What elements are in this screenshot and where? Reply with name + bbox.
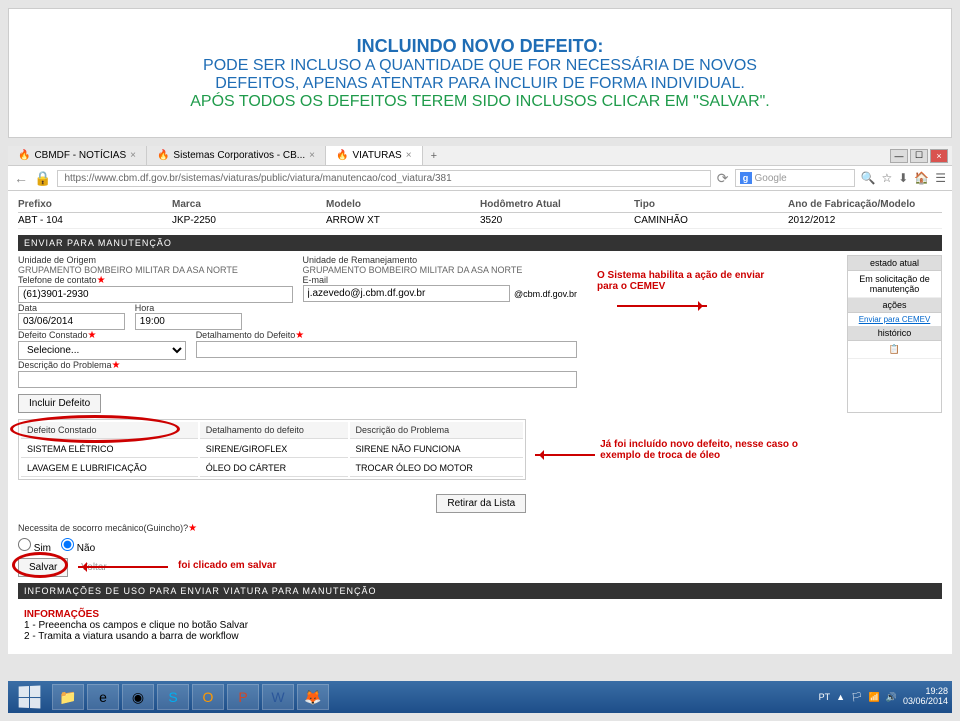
window-controls: — ☐ × <box>890 149 952 163</box>
chrome-icon[interactable]: ◉ <box>122 684 154 710</box>
info-box: INFORMAÇÕES 1 - Preeencha os campos e cl… <box>18 603 942 648</box>
data-input[interactable] <box>18 313 125 330</box>
volume-icon[interactable]: 🔊 <box>886 692 897 703</box>
slide-header: INCLUINDO NOVO DEFEITO: PODE SER INCLUSO… <box>8 8 952 138</box>
taskbar: 📁 e ◉ S O P W 🦊 PT ▲ 🏳 📶 🔊 19:28 03/06/2… <box>8 681 952 713</box>
start-button[interactable] <box>12 683 46 711</box>
browser-tabs: 🔥CBMDF - NOTÍCIAS× 🔥Sistemas Corporativo… <box>8 146 952 166</box>
flag-icon[interactable]: 🏳 <box>851 692 862 703</box>
enviar-cemev-link[interactable]: Enviar para CEMEV <box>848 313 941 326</box>
new-tab-button[interactable]: + <box>423 148 445 164</box>
reload-button[interactable]: ⟳ <box>717 170 729 187</box>
browser-window: 🔥CBMDF - NOTÍCIAS× 🔥Sistemas Corporativo… <box>8 146 952 654</box>
powerpoint-icon[interactable]: P <box>227 684 259 710</box>
side-panel: estado atual Em solicitação de manutençã… <box>847 255 942 413</box>
slide-line4: APÓS TODOS OS DEFEITOS TEREM SIDO INCLUS… <box>190 93 770 111</box>
radio-nao[interactable]: Não <box>61 538 95 554</box>
annotation-salvar: foi clicado em salvar <box>178 560 276 571</box>
tray-up-icon[interactable]: ▲ <box>836 692 845 702</box>
annotation-novo-defeito: Já foi incluído novo defeito, nesse caso… <box>600 439 798 461</box>
firefox-icon[interactable]: 🦊 <box>297 684 329 710</box>
network-icon[interactable]: 📶 <box>869 692 880 703</box>
table-row[interactable]: SISTEMA ELÉTRICO SIRENE/GIROFLEX SIRENE … <box>21 441 523 458</box>
vehicle-header-row: Prefixo Marca Modelo Hodômetro Atual Tip… <box>18 197 942 213</box>
skype-icon[interactable]: S <box>157 684 189 710</box>
home-icon[interactable]: 🏠 <box>914 171 929 185</box>
language-indicator[interactable]: PT <box>819 692 831 702</box>
url-bar: ← 🔒 ⟳ gGoogle 🔍 ☆ ⬇ 🏠 ☰ <box>8 166 952 191</box>
incluir-defeito-button[interactable]: Incluir Defeito <box>18 394 101 413</box>
lock-icon: 🔒 <box>34 170 51 187</box>
historico-icon[interactable]: 📋 <box>848 341 941 359</box>
tab-viaturas[interactable]: 🔥VIATURAS× <box>326 146 423 165</box>
word-icon[interactable]: W <box>262 684 294 710</box>
explorer-icon[interactable]: 📁 <box>52 684 84 710</box>
table-row[interactable]: LAVAGEM E LUBRIFICAÇÃO ÓLEO DO CÁRTER TR… <box>21 460 523 477</box>
section-enviar: ENVIAR PARA MANUTENÇÃO <box>18 235 942 251</box>
defect-table: Defeito Constado Detalhamento do defeito… <box>18 419 526 480</box>
close-icon[interactable]: × <box>406 150 412 161</box>
search-box[interactable]: gGoogle <box>735 169 855 187</box>
annotation-enviar: O Sistema habilita a ação de enviar para… <box>597 270 764 292</box>
windows-logo-icon <box>19 685 41 708</box>
maximize-button[interactable]: ☐ <box>910 149 928 163</box>
close-window-button[interactable]: × <box>930 149 948 163</box>
salvar-button[interactable]: Salvar <box>18 558 68 577</box>
menu-icon[interactable]: ☰ <box>935 171 946 185</box>
tab-noticias[interactable]: 🔥CBMDF - NOTÍCIAS× <box>8 146 147 165</box>
back-button[interactable]: ← <box>14 170 28 186</box>
radio-sim[interactable]: Sim <box>18 538 51 554</box>
outlook-icon[interactable]: O <box>192 684 224 710</box>
google-icon: g <box>740 172 752 184</box>
email-input[interactable] <box>303 285 511 302</box>
slide-line2: PODE SER INCLUSO A QUANTIDADE QUE FOR NE… <box>203 57 757 75</box>
download-icon[interactable]: ⬇ <box>898 171 908 185</box>
search-icon[interactable]: 🔍 <box>861 171 876 185</box>
required-star: ★ <box>97 275 106 286</box>
tab-sistemas[interactable]: 🔥Sistemas Corporativos - CB...× <box>147 146 326 165</box>
ie-icon[interactable]: e <box>87 684 119 710</box>
detalhamento-input[interactable] <box>196 341 577 358</box>
retirar-lista-button[interactable]: Retirar da Lista <box>436 494 526 513</box>
defeito-select[interactable]: Selecione... <box>18 341 186 360</box>
telefone-input[interactable] <box>18 286 293 303</box>
close-icon[interactable]: × <box>309 150 315 161</box>
minimize-button[interactable]: — <box>890 149 908 163</box>
url-input[interactable] <box>57 170 710 187</box>
system-tray: PT ▲ 🏳 📶 🔊 19:28 03/06/2014 <box>819 687 948 707</box>
clock[interactable]: 19:28 03/06/2014 <box>903 687 948 707</box>
reman-label: Unidade de Remanejamento <box>303 255 578 265</box>
section-info: INFORMAÇÕES DE USO PARA ENVIAR VIATURA P… <box>18 583 942 599</box>
slide-line3: DEFEITOS, APENAS ATENTAR PARA INCLUIR DE… <box>215 75 745 93</box>
slide-line1: INCLUINDO NOVO DEFEITO: <box>357 36 604 57</box>
origem-label: Unidade de Origem <box>18 255 293 265</box>
page-content: Prefixo Marca Modelo Hodômetro Atual Tip… <box>8 191 952 654</box>
close-icon[interactable]: × <box>130 150 136 161</box>
vehicle-data-row: ABT - 104 JKP-2250 ARROW XT 3520 CAMINHÃ… <box>18 213 942 229</box>
bookmark-icon[interactable]: ☆ <box>881 171 892 185</box>
hora-input[interactable] <box>135 313 242 330</box>
descricao-input[interactable] <box>18 371 577 388</box>
